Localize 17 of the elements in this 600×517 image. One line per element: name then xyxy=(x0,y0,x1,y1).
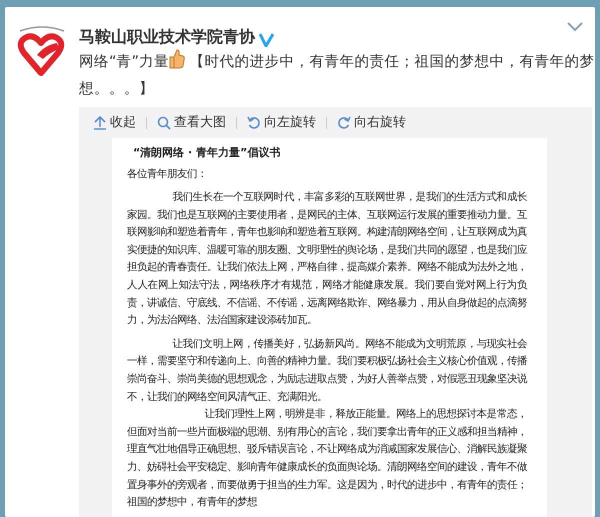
up-arrow-icon xyxy=(93,116,107,130)
account-name[interactable]: 马鞍山职业技术学院青协 xyxy=(79,27,255,47)
document-title: “清朗网络 · 青年力量”倡议书 xyxy=(133,144,282,160)
thumbs-up-icon xyxy=(169,49,186,69)
paragraph-text: 让我们文明上网，传播美好，弘扬新风尚。网络不能成为文明荒原，与现实社会一样，需要坚守和传递向上、向善的精神力量。我们要积极弘扬社会主义核心价值观，传播崇尚奋斗、崇尚美德的思想观念，为励志进取点赞，为好人善举点赞，对假恶丑现象坚决说不，让我们的网络空间风清气正、充满阳光。 xyxy=(127,338,527,403)
chevron-down-icon[interactable] xyxy=(567,22,583,32)
toolbar-link[interactable]: 收起 xyxy=(93,113,136,132)
magnifier-icon xyxy=(157,116,171,130)
paragraph-text: 让我们理性上网，明辨是非，释放正能量。网络上的思想探讨本是常态，但面对当前一些片面极端的思潮、别有用心的言论，我们要拿出青年的正义感和担当精神，理直气壮地倡导正确思想、驳斥错误言论，不让网络成为消减国家发展信心、消解民族凝聚力、妨碍社会平安稳定、影响青年健康成长的负面舆论场。清朗网络空间的建设，青年不做置身事外的旁观者，而要做勇于担当的生力军。这是因为，时代的进步中，有青年的责任；祖国的梦想中，有青年的梦想 xyxy=(127,407,527,510)
paragraph-text: 我们生长在一个互联网时代，丰富多彩的互联网世界，是我们的生活方式和成长家园。我们也是互联网的主要使用者，是网民的主体、互联网运行发展的重要推动力量。互联网影响和塑造着青年，青年也影响和塑造着互联网。构建清朗网络空间，让互联网成为真实便捷的知识库、温暖可靠的朋友圈、文明理性的舆论场，是我们共同的愿望，也是我们应担负起的青春责任。让我们依法上网，严格自律，提高媒介素养。网络不能成为法外之地，人人在网上知法守法，网络秩序才有规范，网络才能健康发展。我们要自觉对网上行为负责，讲诚信、守底线、不信谣、不传谣，远离网络欺诈、网络暴力，用从自身做起的点滴努力，为法治网络、法治国家建设添砖加瓦。 xyxy=(127,191,527,326)
toolbar-link[interactable]: 向右旋转 xyxy=(337,113,406,132)
rotate-left-icon xyxy=(247,116,261,130)
rotate-right-icon xyxy=(337,116,351,130)
post-text: 网络“青”力量 【时代的进步中，有青年的责任；祖国的梦想中，有青年的梦想。。。】 xyxy=(79,49,599,103)
toolbar-link[interactable]: 查看大图 xyxy=(157,113,226,132)
greeting-text: 各位青年朋友们： xyxy=(127,166,208,182)
toolbar-link[interactable]: 向左旋转 xyxy=(247,113,316,132)
